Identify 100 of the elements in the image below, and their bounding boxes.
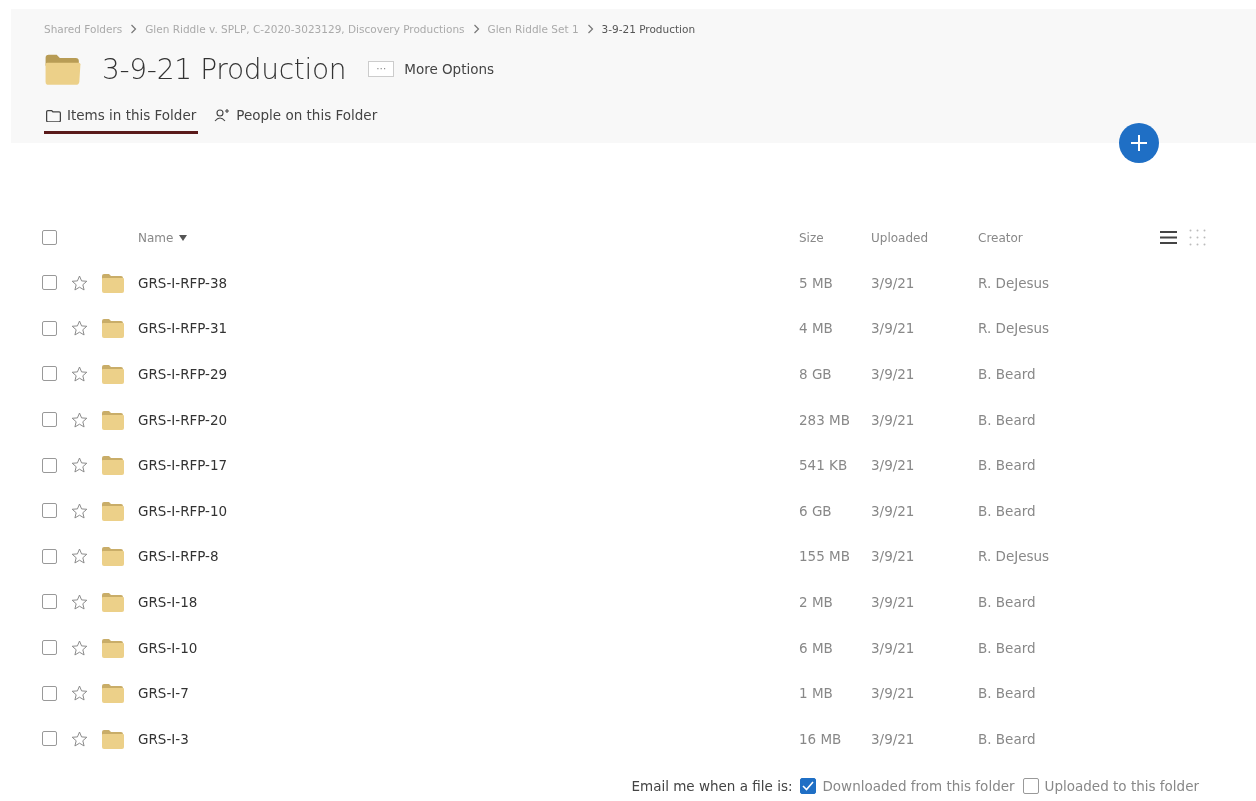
column-header[interactable]: Creator <box>978 230 1138 245</box>
file-name-link[interactable]: GRS-I-RFP-8 <box>138 548 799 565</box>
table-cell-text: B. Beard <box>978 730 1037 747</box>
checkbox-label[interactable]: Uploaded to this folder <box>1044 777 1199 794</box>
table-cell-text: 541 KB <box>799 457 849 474</box>
table-cell-text: B. Beard <box>978 366 1037 382</box>
folder-icon <box>101 272 125 293</box>
grid-view-icon[interactable] <box>1189 229 1206 246</box>
star-icon[interactable] <box>70 639 88 656</box>
sort-caret-icon[interactable] <box>179 234 188 241</box>
file-name-link[interactable]: GRS-I-RFP-31 <box>138 320 799 337</box>
file-name-link[interactable]: GRS-I-RFP-29 <box>138 366 799 382</box>
select-all-checkbox[interactable] <box>42 230 57 245</box>
table-cell-text: 8 GB <box>799 366 833 382</box>
table-cell-text: B. Beard <box>978 411 1037 428</box>
table-cell-text: R. DeJesus <box>978 548 1051 565</box>
row-checkbox[interactable] <box>42 366 57 382</box>
star-icon[interactable] <box>70 457 88 474</box>
table-cell-text: B. Beard <box>978 457 1037 474</box>
table-cell-text: B. Beard <box>978 639 1037 656</box>
table-cell-text: 3/9/21 <box>871 685 916 702</box>
table-cell-text: B. Beard <box>978 685 1037 702</box>
file-name-link[interactable]: GRS-I-RFP-10 <box>138 502 799 519</box>
row-checkbox[interactable] <box>42 457 57 473</box>
more-options-icon[interactable]: ··· <box>368 61 395 77</box>
file-name-link[interactable]: GRS-I-RFP-20 <box>138 411 799 428</box>
row-checkbox[interactable] <box>42 640 57 656</box>
table-cell-text: 3/9/21 <box>871 366 916 382</box>
folder-icon <box>101 546 125 567</box>
folder-icon <box>101 364 125 384</box>
table-cell-text: 3/9/21 <box>871 502 916 519</box>
tab[interactable]: Items in this Folder <box>44 107 199 134</box>
table-cell-text: 3/9/21 <box>871 274 916 291</box>
table-cell-text: 1 MB <box>799 685 834 702</box>
add-button[interactable] <box>1119 123 1159 163</box>
tab[interactable]: People on this Folder <box>212 107 380 134</box>
folder-icon <box>101 637 125 658</box>
file-name-link[interactable]: GRS-I-7 <box>138 685 799 702</box>
star-icon[interactable] <box>70 366 88 382</box>
table-cell-text: 3/9/21 <box>871 457 916 474</box>
table-cell-text: 2 MB <box>799 593 834 610</box>
checkbox-label[interactable]: Downloaded from this folder <box>822 777 1015 794</box>
folder-icon <box>101 318 125 339</box>
star-icon[interactable] <box>70 730 88 747</box>
column-header[interactable]: Size <box>799 230 871 245</box>
chevron-icon <box>130 24 138 34</box>
row-checkbox[interactable] <box>42 685 57 701</box>
file-name-link[interactable]: GRS-I-10 <box>138 639 799 656</box>
column-header[interactable]: Name <box>138 230 799 245</box>
table-cell-text: 3/9/21 <box>871 548 916 565</box>
table-cell-text: 3/9/21 <box>871 411 916 428</box>
table-cell-text: 155 MB <box>799 548 851 565</box>
table-cell-text: R. DeJesus <box>978 274 1051 291</box>
row-checkbox[interactable] <box>42 275 57 291</box>
folder-icon <box>101 500 125 521</box>
checkbox[interactable] <box>1022 777 1039 794</box>
star-icon[interactable] <box>70 411 88 428</box>
table-cell-text: 6 GB <box>799 502 833 519</box>
row-checkbox[interactable] <box>42 594 57 610</box>
file-name-link[interactable]: GRS-I-3 <box>138 730 799 747</box>
row-checkbox[interactable] <box>42 320 57 336</box>
file-name-link[interactable]: GRS-I-RFP-38 <box>138 274 799 291</box>
more-options-link[interactable]: More Options <box>404 61 495 77</box>
table-cell-text: 3/9/21 <box>871 730 916 747</box>
breadcrumb-link[interactable]: 3-9-21 Production <box>601 23 696 35</box>
star-icon[interactable] <box>70 274 88 291</box>
row-checkbox[interactable] <box>42 503 57 519</box>
file-name-link[interactable]: GRS-I-18 <box>138 593 799 610</box>
table-cell-text: 283 MB <box>799 411 851 428</box>
table-cell-text: B. Beard <box>978 502 1037 519</box>
chevron-icon <box>586 24 594 34</box>
folder-icon <box>101 683 125 704</box>
folder-icon <box>101 728 125 749</box>
table-cell-text: 3/9/21 <box>871 593 916 610</box>
plus-icon <box>1130 134 1148 152</box>
folder-icon <box>101 409 125 430</box>
column-header[interactable]: Uploaded <box>871 230 978 245</box>
star-icon[interactable] <box>70 320 88 337</box>
file-name-link[interactable]: GRS-I-RFP-17 <box>138 457 799 474</box>
row-checkbox[interactable] <box>42 731 57 747</box>
table-cell-text: R. DeJesus <box>978 320 1051 337</box>
table-cell-text: 3/9/21 <box>871 320 916 337</box>
list-view-icon[interactable] <box>1160 230 1177 245</box>
star-icon[interactable] <box>70 502 88 519</box>
folder-icon <box>101 455 125 476</box>
table-cell-text: 6 MB <box>799 639 834 656</box>
star-icon[interactable] <box>70 685 88 702</box>
table-cell-text: B. Beard <box>978 593 1037 610</box>
folder-icon <box>101 591 125 612</box>
star-icon[interactable] <box>70 593 88 610</box>
row-checkbox[interactable] <box>42 548 57 564</box>
folder-title: 3-9-21 Production <box>102 52 347 86</box>
checkbox[interactable] <box>800 777 817 794</box>
star-icon[interactable] <box>70 548 88 565</box>
table-cell-text: 16 MB <box>799 730 843 747</box>
row-checkbox[interactable] <box>42 412 57 428</box>
table-cell-text: 3/9/21 <box>871 639 916 656</box>
chevron-icon <box>472 24 480 34</box>
folder-icon <box>44 53 82 85</box>
email-label: Email me when a file is: <box>631 777 793 794</box>
